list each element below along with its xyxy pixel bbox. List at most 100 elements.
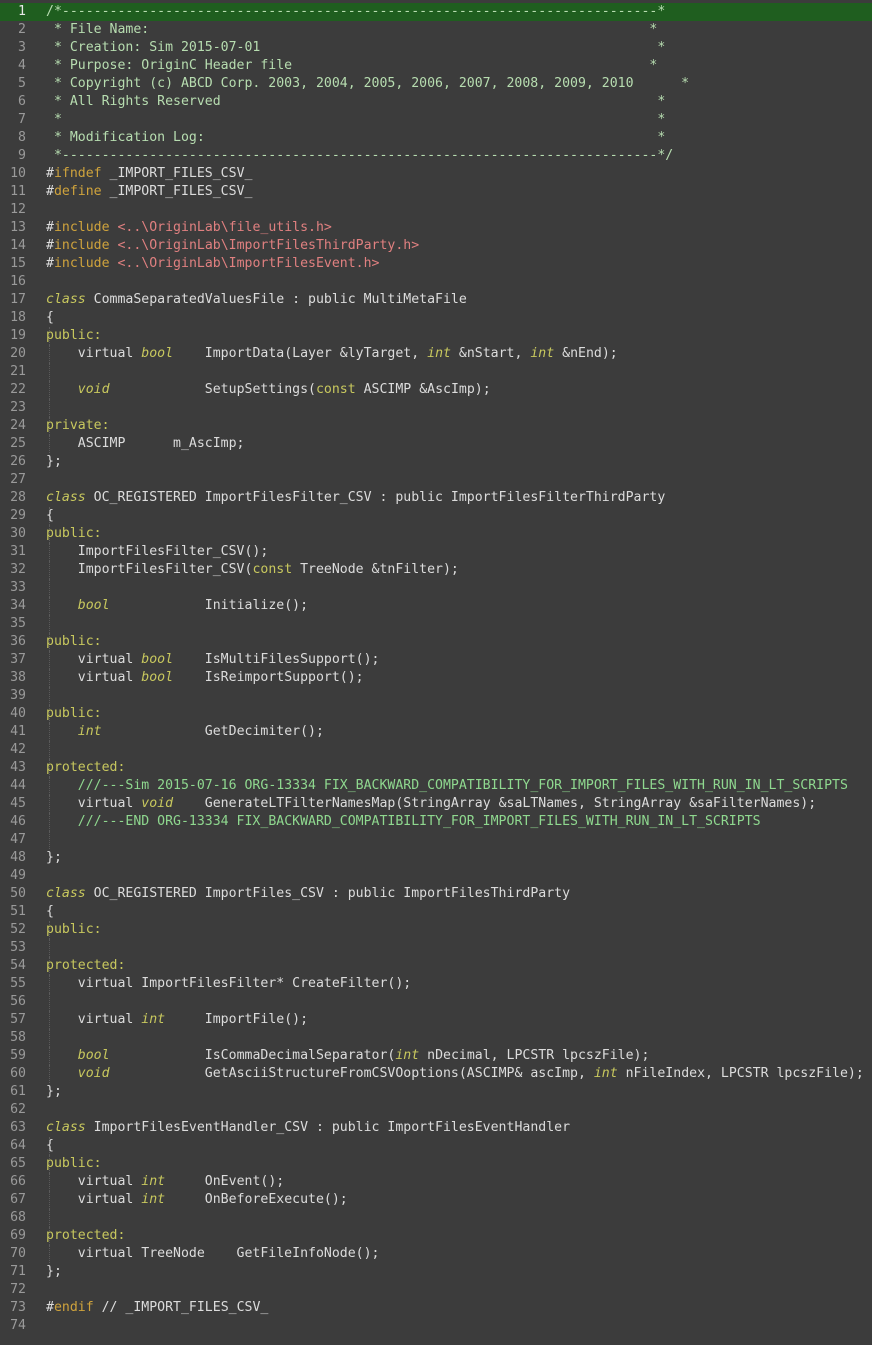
code-line[interactable]: 3 * Creation: Sim 2015-07-01 * bbox=[0, 39, 872, 57]
code-line[interactable]: 38 virtual bool IsReimportSupport(); bbox=[0, 669, 872, 687]
code-line[interactable]: 70 virtual TreeNode GetFileInfoNode(); bbox=[0, 1245, 872, 1263]
line-number: 9 bbox=[18, 148, 26, 163]
code-line[interactable]: 63 class ImportFilesEventHandler_CSV : pu… bbox=[0, 1119, 872, 1137]
code-line[interactable]: 42 bbox=[0, 741, 872, 759]
code-line[interactable]: 37 virtual bool IsMultiFilesSupport(); bbox=[0, 651, 872, 669]
code-line[interactable]: 74 bbox=[0, 1317, 872, 1335]
code-token: ///---END ORG-13334 FIX_BACKWARD_COMPATI… bbox=[77, 814, 761, 829]
line-number: 58 bbox=[10, 1030, 26, 1045]
code-line[interactable]: 40 public: bbox=[0, 705, 872, 723]
code-line[interactable]: 35 bbox=[0, 615, 872, 633]
code-line[interactable]: 32 ImportFilesFilter_CSV(const TreeNode … bbox=[0, 561, 872, 579]
code-line[interactable]: 60 void GetAsciiStructureFromCSVOoptions… bbox=[0, 1065, 872, 1083]
code-line[interactable]: 43 protected: bbox=[0, 759, 872, 777]
code-line[interactable]: 58 bbox=[0, 1029, 872, 1047]
code-line[interactable]: 57 virtual int ImportFile(); bbox=[0, 1011, 872, 1029]
code-line[interactable]: 54 protected: bbox=[0, 957, 872, 975]
code-line[interactable]: 31 ImportFilesFilter_CSV(); bbox=[0, 543, 872, 561]
code-line[interactable]: 55 virtual ImportFilesFilter* CreateFilt… bbox=[0, 975, 872, 993]
code-line[interactable]: 50 class OC_REGISTERED ImportFiles_CSV : … bbox=[0, 885, 872, 903]
code-line[interactable]: 73 #endif // _IMPORT_FILES_CSV_ bbox=[0, 1299, 872, 1317]
code-line[interactable]: 16 bbox=[0, 273, 872, 291]
code-line[interactable]: 71}; bbox=[0, 1263, 872, 1281]
code-line[interactable]: 23 bbox=[0, 399, 872, 417]
code-token: IsReimportSupport(); bbox=[173, 670, 364, 685]
code-line[interactable]: 25 ASCIMP m_AscImp; bbox=[0, 435, 872, 453]
code-line[interactable]: 15 #include <..\OriginLab\ImportFilesEven… bbox=[0, 255, 872, 273]
code-line[interactable]: 65 public: bbox=[0, 1155, 872, 1173]
line-number: 63 bbox=[10, 1120, 26, 1135]
code-line[interactable]: 28 class OC_REGISTERED ImportFilesFilter_… bbox=[0, 489, 872, 507]
code-line[interactable]: 47 bbox=[0, 831, 872, 849]
code-line[interactable]: 64 { bbox=[0, 1137, 872, 1155]
code-line[interactable]: 33 bbox=[0, 579, 872, 597]
code-line[interactable]: 62 bbox=[0, 1101, 872, 1119]
code-line[interactable]: 21 bbox=[0, 363, 872, 381]
code-text: * File Name: * bbox=[46, 21, 657, 39]
code-line[interactable]: 46 ///---END ORG-13334 FIX_BACKWARD_COMP… bbox=[0, 813, 872, 831]
code-line[interactable]: 56 bbox=[0, 993, 872, 1011]
code-line[interactable]: 8 * Modification Log: * bbox=[0, 129, 872, 147]
code-line[interactable]: 17 class CommaSeparatedValuesFile : publi… bbox=[0, 291, 872, 309]
code-line[interactable]: 30 public: bbox=[0, 525, 872, 543]
code-text: #include <..\OriginLab\ImportFilesEvent.… bbox=[46, 255, 380, 273]
code-line[interactable]: 10 #ifndef _IMPORT_FILES_CSV_ bbox=[0, 165, 872, 183]
code-line[interactable]: 51 { bbox=[0, 903, 872, 921]
indent-guide bbox=[49, 687, 51, 705]
code-line[interactable]: 34 bool Initialize(); bbox=[0, 597, 872, 615]
code-line[interactable]: 61}; bbox=[0, 1083, 872, 1101]
code-editor[interactable]: 1 /*-------------------------------------… bbox=[0, 0, 872, 1345]
line-number: 7 bbox=[18, 112, 26, 127]
code-line[interactable]: 72 bbox=[0, 1281, 872, 1299]
code-line[interactable]: 53 bbox=[0, 939, 872, 957]
code-line[interactable]: 1 /*-------------------------------------… bbox=[0, 3, 872, 21]
code-line[interactable]: 44 ///---Sim 2015-07-16 ORG-13334 FIX_BA… bbox=[0, 777, 872, 795]
code-token: int bbox=[427, 346, 451, 361]
code-text: private: bbox=[46, 417, 110, 435]
code-line[interactable]: 14 #include <..\OriginLab\ImportFilesThir… bbox=[0, 237, 872, 255]
code-text: virtual bool IsMultiFilesSupport(); bbox=[46, 651, 380, 669]
code-line[interactable]: 6 * All Rights Reserved * bbox=[0, 93, 872, 111]
code-line[interactable]: 12 bbox=[0, 201, 872, 219]
code-text: virtual int OnEvent(); bbox=[46, 1173, 284, 1191]
code-line[interactable]: 27 bbox=[0, 471, 872, 489]
indent-guide bbox=[49, 993, 51, 1011]
code-line[interactable]: 66 virtual int OnEvent(); bbox=[0, 1173, 872, 1191]
line-number: 56 bbox=[10, 994, 26, 1009]
code-line[interactable]: 22 void SetupSettings(const ASCIMP &AscI… bbox=[0, 381, 872, 399]
code-line[interactable]: 9 *-------------------------------------… bbox=[0, 147, 872, 165]
code-line[interactable]: 67 virtual int OnBeforeExecute(); bbox=[0, 1191, 872, 1209]
code-line[interactable]: 52 public: bbox=[0, 921, 872, 939]
code-line[interactable]: 48}; bbox=[0, 849, 872, 867]
code-text: #define _IMPORT_FILES_CSV_ bbox=[46, 183, 252, 201]
code-line[interactable]: 4 * Purpose: OriginC Header file * bbox=[0, 57, 872, 75]
code-line[interactable]: 18 { bbox=[0, 309, 872, 327]
code-line[interactable]: 20 virtual bool ImportData(Layer &lyTarg… bbox=[0, 345, 872, 363]
code-line[interactable]: 7 * * bbox=[0, 111, 872, 129]
code-line[interactable]: 49 bbox=[0, 867, 872, 885]
line-number: 27 bbox=[10, 472, 26, 487]
code-line[interactable]: 39 bbox=[0, 687, 872, 705]
code-token: include bbox=[53, 256, 110, 271]
code-line[interactable]: 41 int GetDecimiter(); bbox=[0, 723, 872, 741]
line-number: 18 bbox=[10, 310, 26, 325]
code-text: { bbox=[46, 507, 54, 525]
code-text: public: bbox=[46, 921, 102, 939]
code-line[interactable]: 19 public: bbox=[0, 327, 872, 345]
code-line[interactable]: 45 virtual void GenerateLTFilterNamesMap… bbox=[0, 795, 872, 813]
code-line[interactable]: 59 bool IsCommaDecimalSeparator(int nDec… bbox=[0, 1047, 872, 1065]
line-number: 15 bbox=[10, 256, 26, 271]
code-line[interactable]: 13 #include <..\OriginLab\file_utils.h> bbox=[0, 219, 872, 237]
code-text: class ImportFilesEventHandler_CSV : publ… bbox=[46, 1119, 570, 1137]
code-line[interactable]: 68 bbox=[0, 1209, 872, 1227]
code-line[interactable]: 11 #define _IMPORT_FILES_CSV_ bbox=[0, 183, 872, 201]
code-line[interactable]: 69 protected: bbox=[0, 1227, 872, 1245]
code-line[interactable]: 29 { bbox=[0, 507, 872, 525]
code-line[interactable]: 36 public: bbox=[0, 633, 872, 651]
code-line[interactable]: 24 private: bbox=[0, 417, 872, 435]
code-line[interactable]: 5 * Copyright (c) ABCD Corp. 2003, 2004,… bbox=[0, 75, 872, 93]
code-line[interactable]: 2 * File Name: * bbox=[0, 21, 872, 39]
code-text: *---------------------------------------… bbox=[46, 147, 673, 165]
code-token: }; bbox=[46, 1264, 62, 1279]
code-line[interactable]: 26}; bbox=[0, 453, 872, 471]
